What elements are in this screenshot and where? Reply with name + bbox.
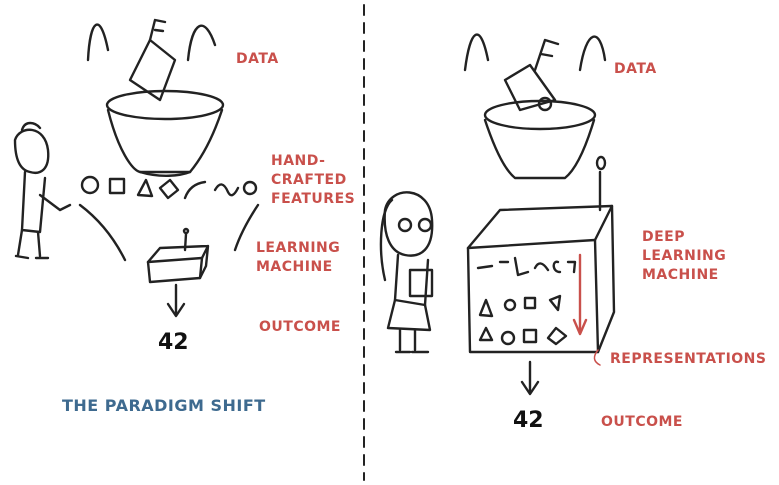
handcrafted-features-label: HAND- CRAFTED FEATURES: [271, 153, 356, 207]
representations-label: REPRESENTATIONS: [610, 351, 767, 367]
deep-learning-machine-icon: [466, 155, 616, 366]
right-person-icon: [379, 191, 434, 354]
left-funnel-icon: [86, 18, 225, 177]
deep-learning-machine-label: DEEP LEARNING MACHINE: [642, 229, 727, 283]
right-funnel-icon: [463, 33, 607, 180]
learning-machine-label: LEARNING MACHINE: [256, 240, 341, 275]
right-outcome-label: OUTCOME: [601, 414, 683, 430]
left-arrow-icon: [166, 283, 186, 318]
right-outcome-value: 42: [513, 408, 544, 433]
left-outcome-value: 42: [158, 330, 189, 355]
left-data-label: DATA: [236, 51, 279, 67]
paradigm-shift-diagram: DATA HAND- CRAFTED FEATURES LEARNING MAC…: [0, 0, 779, 485]
diagram-title: THE PARADIGM SHIFT: [62, 396, 266, 415]
left-outcome-label: OUTCOME: [259, 319, 341, 335]
right-data-label: DATA: [614, 61, 657, 77]
learning-machine-icon: [146, 227, 210, 284]
left-person-icon: [13, 121, 72, 260]
right-arrow-icon: [520, 360, 540, 396]
